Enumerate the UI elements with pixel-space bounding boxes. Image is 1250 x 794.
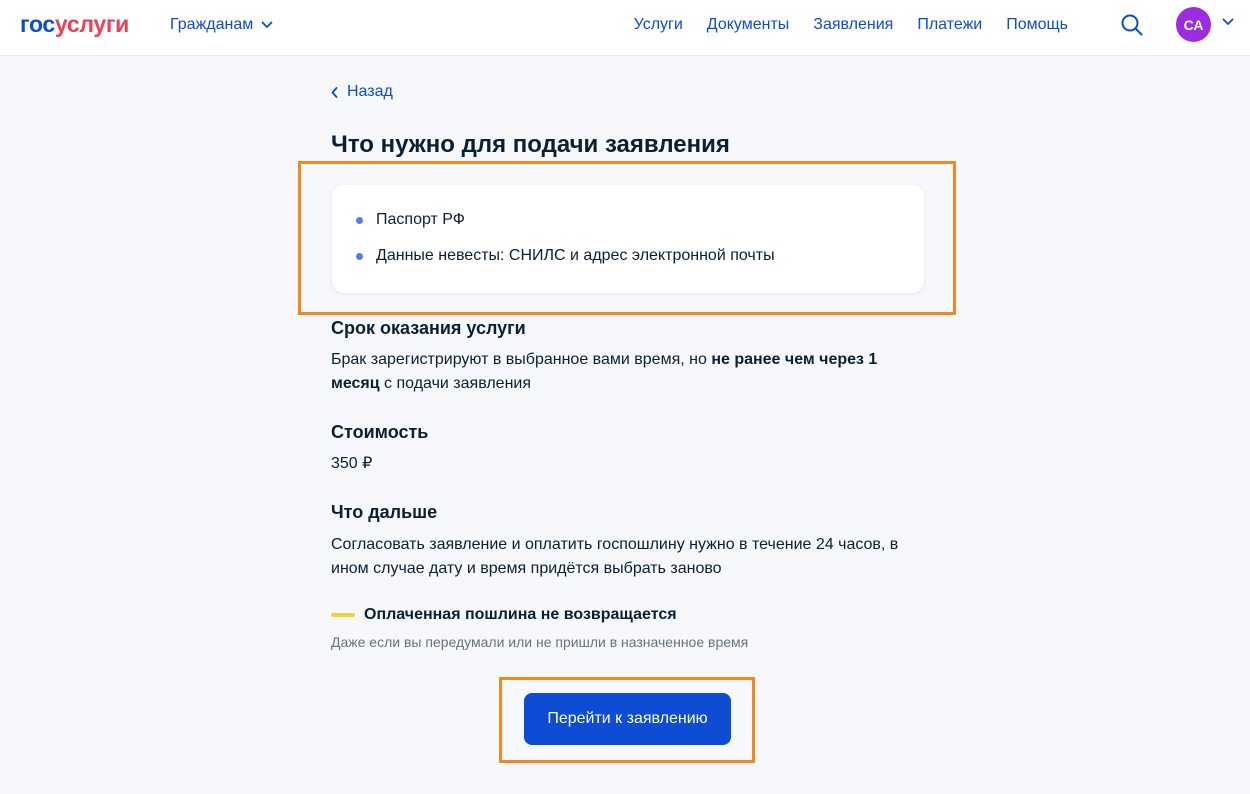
nav-payments[interactable]: Платежи [917, 16, 982, 34]
requirement-label: Данные невесты: СНИЛС и адрес электронно… [376, 247, 775, 264]
requirement-item: Данные невесты: СНИЛС и адрес электронно… [356, 247, 775, 265]
warning-bar-icon [331, 613, 355, 617]
main-nav: Услуги Документы Заявления Платежи Помощ… [634, 16, 1068, 34]
user-avatar[interactable]: СА [1176, 7, 1211, 42]
gosuslugi-logo[interactable]: госуслуги [20, 11, 129, 38]
logo-part-gos: гос [20, 11, 55, 37]
cost-value: 350 ₽ [331, 455, 373, 472]
search-icon[interactable] [1120, 13, 1144, 37]
term-title: Срок оказания услуги [331, 318, 526, 338]
warning-notice: Оплаченная пошлина не возвращается [331, 606, 677, 624]
next-steps-title: Что дальше [331, 502, 438, 522]
profile-chevron-down-icon[interactable] [1222, 18, 1234, 26]
nav-documents[interactable]: Документы [707, 16, 789, 34]
requirements-card: Паспорт РФ Данные невесты: СНИЛС и адрес… [332, 185, 924, 293]
bullet-dot-icon [356, 216, 363, 224]
back-label: Назад [347, 83, 393, 100]
top-header: госуслуги Гражданам Услуги Документы Зая… [0, 0, 1250, 56]
nav-applications[interactable]: Заявления [813, 16, 893, 34]
go-to-application-button[interactable]: Перейти к заявлению [524, 693, 731, 745]
citizens-dropdown[interactable]: Гражданам [170, 16, 273, 34]
term-text: Брак зарегистрируют в выбранное вами вре… [331, 348, 921, 396]
requirement-item: Паспорт РФ [356, 211, 465, 229]
nav-services[interactable]: Услуги [634, 16, 683, 34]
page-title: Что нужно для подачи заявления [331, 131, 730, 158]
requirement-label: Паспорт РФ [376, 211, 465, 228]
citizens-label: Гражданам [170, 16, 254, 33]
bullet-dot-icon [356, 252, 363, 260]
back-link[interactable]: Назад [331, 83, 393, 101]
logo-part-uslugi: услуги [54, 11, 129, 37]
next-steps-text: Согласовать заявление и оплатить госпошл… [331, 536, 899, 577]
term-text-start: Брак зарегистрируют в выбранное вами вре… [331, 351, 712, 368]
chevron-left-icon [331, 86, 338, 98]
chevron-down-icon [261, 21, 273, 28]
warning-title: Оплаченная пошлина не возвращается [364, 606, 677, 623]
cost-title: Стоимость [331, 422, 429, 442]
nav-help[interactable]: Помощь [1006, 16, 1068, 34]
term-text-end: с подачи заявления [379, 375, 531, 392]
warning-subtitle: Даже если вы передумали или не пришли в … [331, 634, 749, 650]
